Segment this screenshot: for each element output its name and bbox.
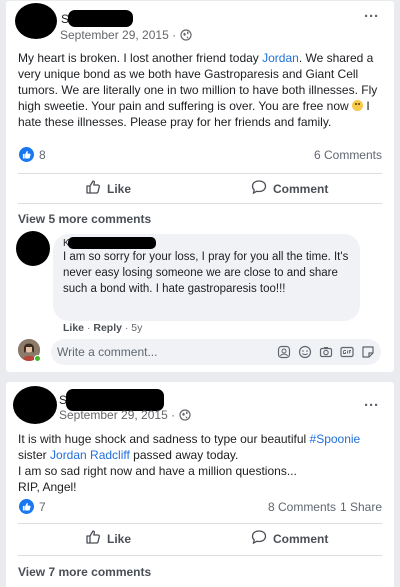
more-options-icon[interactable]: ··· <box>364 398 379 413</box>
post-date[interactable]: September 29, 2015 · <box>59 408 191 424</box>
camera-icon[interactable] <box>318 344 333 359</box>
post-text: My heart is broken. I lost another frien… <box>18 51 263 65</box>
post-text: RIP, Angel! <box>18 480 77 494</box>
post-text: It is with huge shock and sadness to typ… <box>18 432 310 446</box>
post-body: My heart is broken. I lost another frien… <box>18 50 383 130</box>
divider <box>18 555 382 556</box>
write-comment-placeholder: Write a comment... <box>57 345 158 359</box>
post-date[interactable]: September 29, 2015 · <box>60 28 192 44</box>
post-card: S September 29, 2015 · ··· It is with hu… <box>6 382 394 587</box>
sticker-icon[interactable] <box>360 344 375 359</box>
author-avatar[interactable] <box>13 386 57 424</box>
comment-button[interactable]: Comment <box>251 529 328 548</box>
comment-age[interactable]: 5y <box>131 322 142 334</box>
more-options-icon[interactable]: ··· <box>364 9 379 24</box>
comments-count[interactable]: 6 Comments <box>314 148 382 162</box>
commenter-avatar[interactable] <box>16 231 50 266</box>
reaction-count[interactable]: 8 <box>39 148 46 162</box>
post-date-text[interactable]: September 29, 2015 · <box>60 28 176 42</box>
emoji-icon[interactable] <box>297 344 312 359</box>
comment-like-link[interactable]: Like <box>63 322 84 334</box>
post-text: sister <box>18 448 51 462</box>
commenter-name[interactable] <box>68 237 156 249</box>
comment-icon <box>251 179 267 198</box>
comment-button[interactable]: Comment <box>251 179 328 198</box>
comment-reply-link[interactable]: Reply <box>93 322 122 334</box>
write-comment-input[interactable]: Write a comment... <box>51 339 381 365</box>
gif-icon[interactable] <box>339 344 354 359</box>
thumbs-up-icon <box>85 529 101 548</box>
like-button-label: Like <box>107 531 132 546</box>
comments-count[interactable]: 8 Comments <box>268 500 336 514</box>
emoji-icon <box>352 100 364 111</box>
online-status-dot <box>34 355 41 362</box>
author-avatar[interactable] <box>15 3 57 39</box>
divider <box>18 173 382 174</box>
comment-bubble: K I am so sorry for your loss, I pray fo… <box>53 234 360 321</box>
mention-link[interactable]: Jordan <box>262 51 299 65</box>
shares-count[interactable]: 1 Share <box>340 500 382 514</box>
like-button-label: Like <box>107 181 132 196</box>
comment-actions: Like · Reply · 5y <box>63 322 142 334</box>
comment-button-label: Comment <box>273 531 329 546</box>
post-body: It is with huge shock and sadness to typ… <box>18 431 383 495</box>
author-name[interactable] <box>68 10 133 27</box>
view-more-comments-link[interactable]: View 7 more comments <box>18 565 151 579</box>
post-date-text[interactable]: September 29, 2015 · <box>59 408 175 422</box>
like-reaction-icon[interactable] <box>19 499 34 514</box>
hashtag-link[interactable]: #Spoonie <box>310 432 361 446</box>
reaction-count[interactable]: 7 <box>39 500 46 514</box>
mention-link[interactable]: Jordan Radcliff <box>50 448 130 462</box>
avatar-sticker-icon[interactable] <box>276 344 291 359</box>
comment-text: I am so sorry for your loss, I pray for … <box>63 251 349 295</box>
comment-tools <box>276 344 375 359</box>
post-card: S September 29, 2015 · ··· My heart is b… <box>6 1 394 372</box>
divider <box>18 523 382 524</box>
post-text: I am so sad right now and have a million… <box>18 464 297 478</box>
divider <box>18 203 382 204</box>
like-button[interactable]: Like <box>85 179 131 198</box>
view-more-comments-link[interactable]: View 5 more comments <box>18 212 151 226</box>
globe-icon <box>179 409 191 424</box>
comment-button-label: Comment <box>273 181 329 196</box>
comment-icon <box>251 529 267 548</box>
thumbs-up-icon <box>85 179 101 198</box>
like-button[interactable]: Like <box>85 529 131 548</box>
globe-icon <box>180 29 192 44</box>
post-text: passed away today. <box>129 448 239 462</box>
like-reaction-icon[interactable] <box>19 147 34 162</box>
